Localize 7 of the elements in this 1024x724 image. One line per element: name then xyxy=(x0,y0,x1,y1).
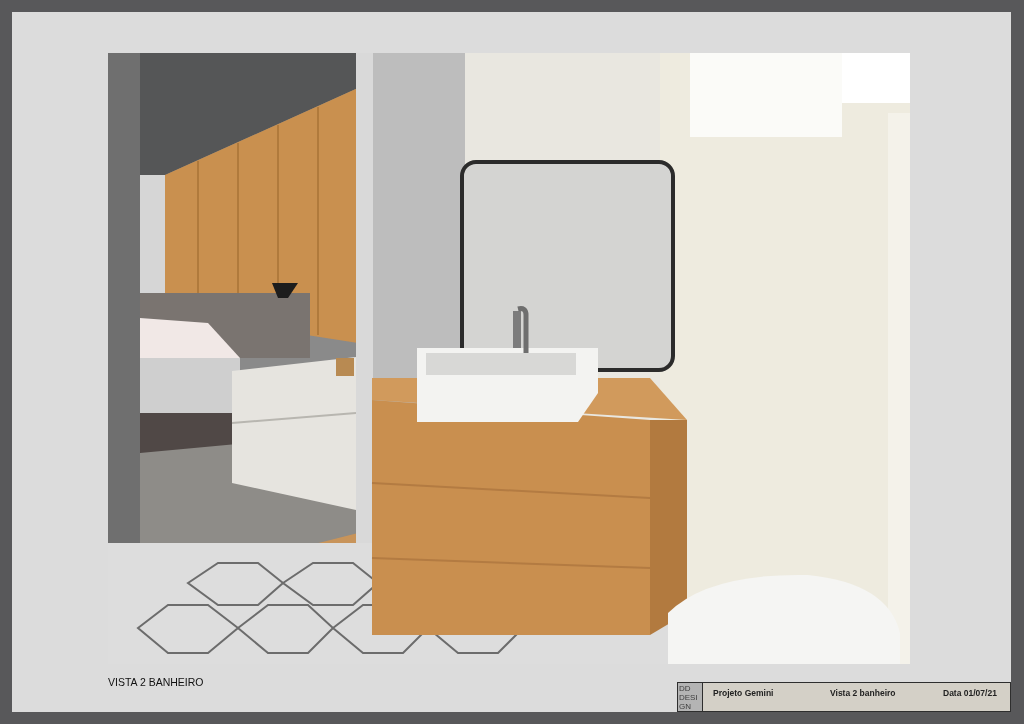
date-text: Data 01/07/21 xyxy=(943,688,997,698)
project-name: Projeto Gemini xyxy=(713,688,775,698)
logo-text: DESI xyxy=(679,692,699,702)
logo-text: DD xyxy=(679,683,692,693)
logo-text: GN xyxy=(679,701,692,711)
view-name: Vista 2 banheiro xyxy=(830,688,897,698)
view-label: VISTA 2 BANHEIRO xyxy=(108,676,204,688)
